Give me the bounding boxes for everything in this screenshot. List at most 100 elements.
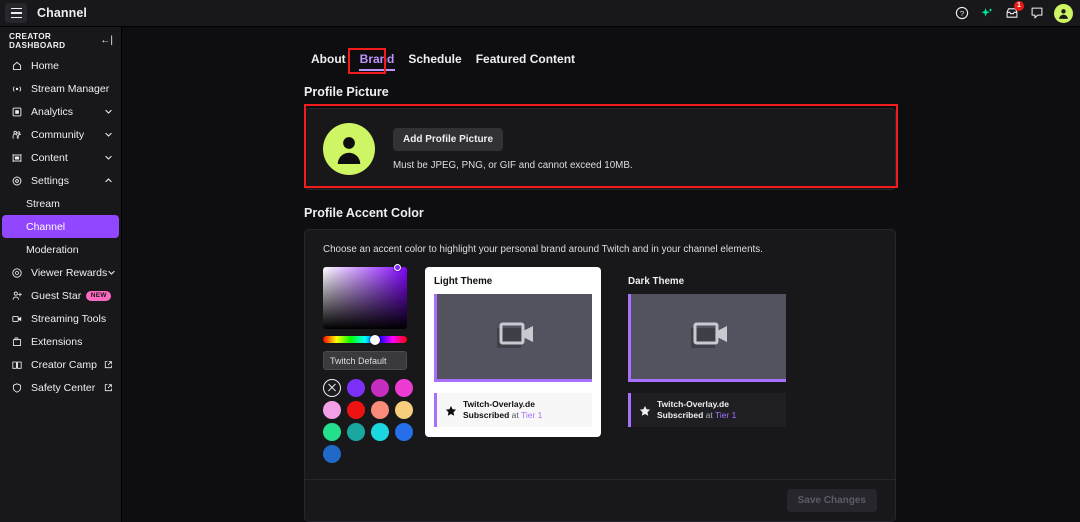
notification-subtitle: Subscribed at Tier 1 <box>657 410 736 421</box>
saturation-value-handle[interactable] <box>394 264 401 271</box>
tab-schedule[interactable]: Schedule <box>401 49 468 69</box>
content-icon <box>10 151 23 164</box>
video-placeholder <box>434 294 592 382</box>
sidebar-item-label: Content <box>31 151 68 164</box>
hamburger-menu-icon[interactable] <box>5 3 27 23</box>
hue-slider[interactable] <box>323 334 407 345</box>
inbox-icon[interactable]: 1 <box>1004 1 1024 21</box>
sidebar-item-label: Safety Center <box>31 381 96 394</box>
swatch-blue[interactable] <box>395 423 413 441</box>
creator-dashboard-sidebar: CREATOR DASHBOARD ←| Home Stream Manager… <box>0 27 122 522</box>
sidebar-item-settings[interactable]: Settings <box>0 169 121 192</box>
color-picker <box>323 264 413 463</box>
light-theme-preview: Light Theme Twitch-Overlay.de Subscribed… <box>425 267 601 463</box>
sidebar-item-label: Guest Star <box>31 289 82 302</box>
subscription-notification: Twitch-Overlay.de Subscribed at Tier 1 <box>434 393 592 427</box>
video-placeholder <box>628 294 786 382</box>
tab-about[interactable]: About <box>304 49 353 69</box>
sidebar-subitem-label: Moderation <box>26 243 79 256</box>
notification-tier-label: Tier 1 <box>714 410 737 420</box>
sidebar-item-label: Settings <box>31 174 69 187</box>
chevron-down-icon <box>104 130 113 139</box>
chevron-up-icon <box>104 176 113 185</box>
sidebar-item-extensions[interactable]: Extensions <box>0 330 121 353</box>
extensions-icon <box>10 335 23 348</box>
profile-picture-hint: Must be JPEG, PNG, or GIF and cannot exc… <box>393 159 633 171</box>
saturation-value-square[interactable] <box>323 264 407 329</box>
notification-title: Twitch-Overlay.de <box>657 398 729 409</box>
notification-at-label: at <box>509 410 521 420</box>
sidebar-item-stream[interactable]: Stream <box>0 192 121 215</box>
gear-icon <box>10 174 23 187</box>
swatch-light-orange[interactable] <box>395 401 413 419</box>
collapse-left-icon[interactable]: ←| <box>100 35 113 46</box>
sidebar-item-home[interactable]: Home <box>0 54 121 77</box>
chevron-down-icon <box>104 153 113 162</box>
profile-picture-controls: Add Profile Picture Must be JPEG, PNG, o… <box>393 127 633 171</box>
hue-slider-handle[interactable] <box>370 334 381 345</box>
sidebar-item-label: Viewer Rewards <box>31 266 108 279</box>
sidebar-item-creator-camp[interactable]: Creator Camp <box>0 353 121 376</box>
swatch-magenta-purple[interactable] <box>371 379 389 397</box>
subscription-notification: Twitch-Overlay.de Subscribed at Tier 1 <box>628 393 786 427</box>
sidebar-item-safety-center[interactable]: Safety Center <box>0 376 121 399</box>
notification-tier-label: Tier 1 <box>520 410 543 420</box>
sidebar-subitem-label: Channel <box>26 220 66 233</box>
sidebar-heading: CREATOR DASHBOARD <box>9 31 66 50</box>
add-profile-picture-button[interactable]: Add Profile Picture <box>393 127 504 151</box>
sidebar-subitem-label: Stream <box>26 197 60 210</box>
star-icon <box>639 404 651 416</box>
sparkle-icon[interactable] <box>979 5 995 21</box>
profile-avatar <box>323 123 375 175</box>
swatch-teal[interactable] <box>347 423 365 441</box>
top-bar-actions: ? 1 <box>954 1 1080 23</box>
chevron-down-icon <box>104 107 113 116</box>
external-link-icon <box>104 360 113 369</box>
tab-brand[interactable]: Brand <box>353 49 402 71</box>
page-title: Channel <box>37 6 88 20</box>
sidebar-item-label: Extensions <box>31 335 83 348</box>
swatch-no-color[interactable] <box>323 379 341 397</box>
swatch-light-pink[interactable] <box>323 401 341 419</box>
sidebar-item-label: Community <box>31 128 85 141</box>
accent-color-card: Choose an accent color to highlight your… <box>304 229 896 522</box>
sidebar-item-community[interactable]: Community <box>0 123 121 146</box>
analytics-icon <box>10 105 23 118</box>
save-changes-button[interactable]: Save Changes <box>786 489 877 512</box>
channel-settings-tabs: About Brand Schedule Featured Content <box>122 27 1080 71</box>
swatch-pink-magenta[interactable] <box>395 379 413 397</box>
help-icon[interactable]: ? <box>954 5 970 21</box>
person-silhouette-icon <box>337 137 361 164</box>
sidebar-item-viewer-rewards[interactable]: Viewer Rewards <box>0 261 121 284</box>
sidebar-item-guest-star[interactable]: Guest Star NEW <box>0 284 121 307</box>
profile-picture-card: Add Profile Picture Must be JPEG, PNG, o… <box>304 108 896 190</box>
swatch-red[interactable] <box>347 401 365 419</box>
whispers-icon[interactable] <box>1029 5 1045 21</box>
svg-text:?: ? <box>960 9 964 18</box>
sidebar-item-label: Analytics <box>31 105 74 118</box>
swatch-cyan[interactable] <box>371 423 389 441</box>
sidebar-item-channel[interactable]: Channel <box>2 215 119 238</box>
sidebar-item-label: Home <box>31 59 60 72</box>
video-camera-icon <box>496 322 533 348</box>
tab-featured-content[interactable]: Featured Content <box>469 49 582 69</box>
avatar[interactable] <box>1054 3 1073 23</box>
notification-subtitle: Subscribed at Tier 1 <box>463 410 542 421</box>
community-icon <box>10 128 23 141</box>
swatch-salmon[interactable] <box>371 401 389 419</box>
swatch-spring-green[interactable] <box>323 423 341 441</box>
sidebar-item-label: Stream Manager <box>31 82 110 95</box>
swatch-purple[interactable] <box>347 379 365 397</box>
dark-theme-preview: Dark Theme Twitch-Overlay.de Subscribed … <box>619 267 795 463</box>
sidebar-item-streaming-tools[interactable]: Streaming Tools <box>0 307 121 330</box>
book-icon <box>10 358 23 371</box>
notification-subscribed-label: Subscribed <box>463 410 510 420</box>
shield-icon <box>10 381 23 394</box>
sidebar-item-stream-manager[interactable]: Stream Manager <box>0 77 121 100</box>
sidebar-item-analytics[interactable]: Analytics <box>0 100 121 123</box>
sidebar-item-content[interactable]: Content <box>0 146 121 169</box>
color-value-input[interactable] <box>323 351 407 370</box>
sidebar-item-moderation[interactable]: Moderation <box>0 238 121 261</box>
notification-subscribed-label: Subscribed <box>657 410 704 420</box>
swatch-dark-blue[interactable] <box>323 445 341 463</box>
